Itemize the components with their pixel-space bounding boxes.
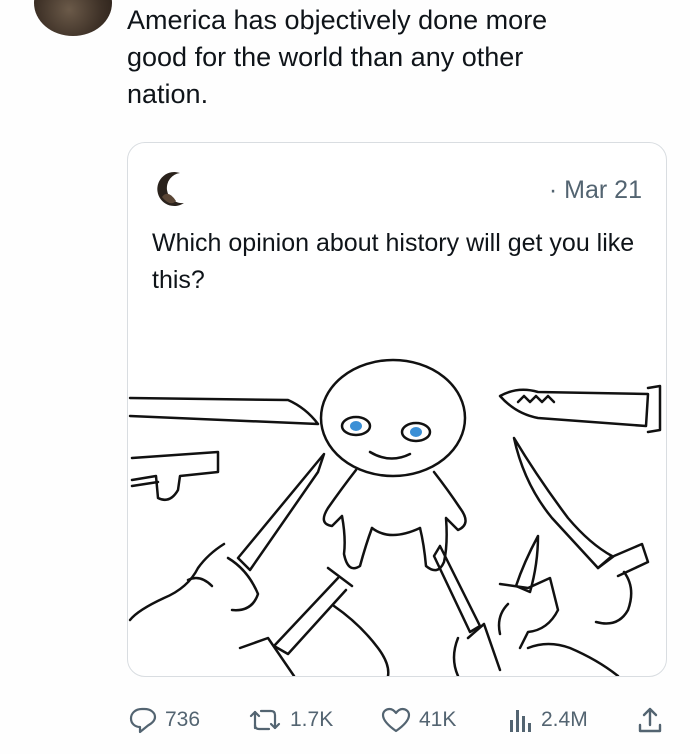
views-count: 2.4M [541, 708, 588, 731]
like-count: 41K [419, 708, 457, 731]
views-button[interactable]: 2.4M [508, 700, 588, 740]
quoted-tweet-card[interactable]: · Mar 21 Which opinion about history wil… [127, 142, 667, 677]
share-icon [638, 707, 662, 733]
retweet-count: 1.7K [290, 708, 334, 731]
reply-icon [129, 707, 157, 734]
quoted-author-avatar[interactable] [150, 167, 194, 211]
reply-count: 736 [165, 708, 201, 731]
like-button[interactable]: 41K [380, 700, 456, 740]
tweet-actions-bar: 736 1.7K 41K 2.4M [0, 700, 700, 740]
tweet-text: America has objectively done more good f… [127, 5, 548, 109]
views-icon [510, 710, 531, 732]
meme-drawing-image[interactable] [128, 348, 666, 676]
author-avatar[interactable] [34, 0, 112, 36]
reply-button[interactable]: 736 [128, 700, 200, 740]
quoted-tweet-text: Which opinion about history will get you… [152, 229, 635, 294]
quoted-tweet-date[interactable]: · Mar 21 [549, 176, 642, 205]
retweet-button[interactable]: 1.7K [247, 700, 333, 740]
share-button[interactable] [636, 700, 664, 740]
retweet-icon [249, 709, 281, 731]
heart-icon [381, 707, 411, 733]
